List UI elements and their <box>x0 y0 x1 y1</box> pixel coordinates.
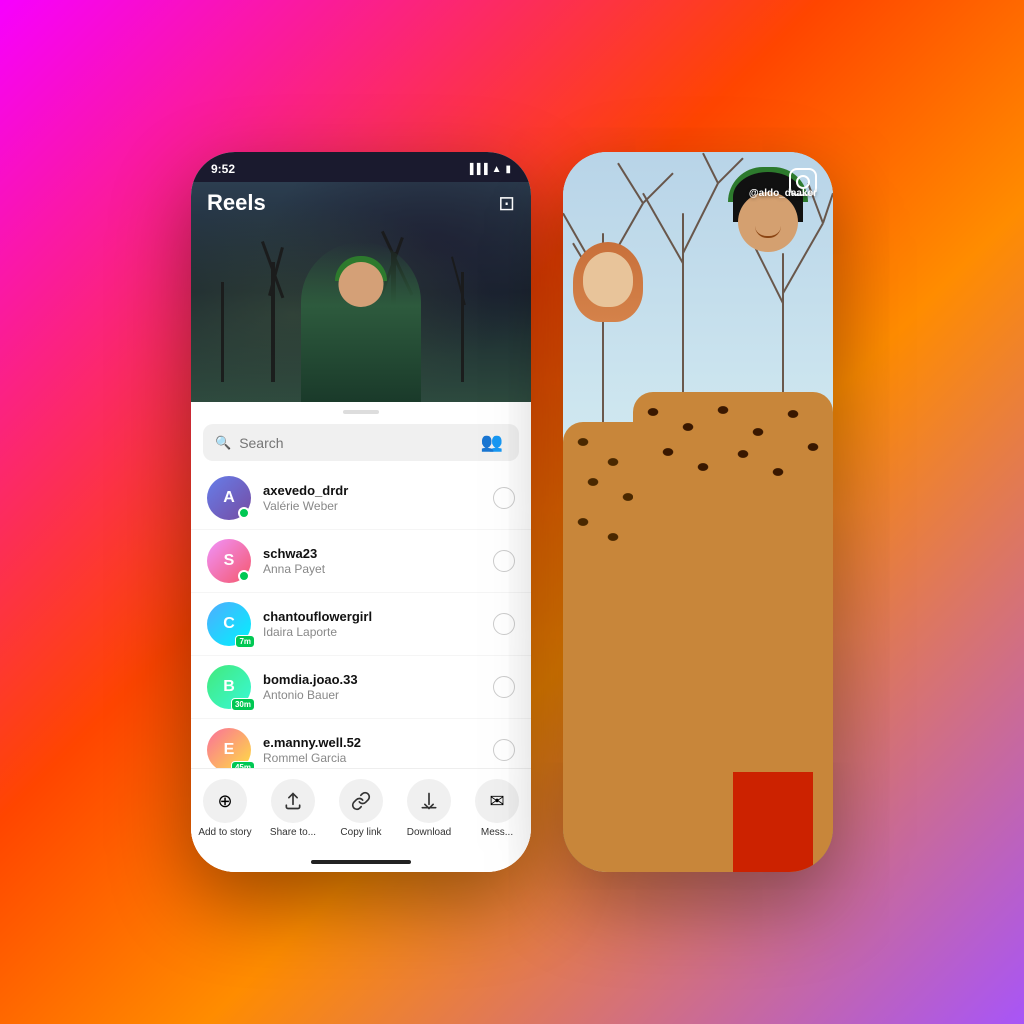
contact-info: e.manny.well.52 Rommel Garcia <box>263 735 493 765</box>
contact-item[interactable]: A axevedo_drdr Valérie Weber <box>191 467 531 530</box>
share-to-action[interactable]: Share to... <box>259 779 327 838</box>
guy-head <box>733 172 803 252</box>
contact-name: Valérie Weber <box>263 499 493 513</box>
contact-info: bomdia.joao.33 Antonio Bauer <box>263 672 493 702</box>
select-circle[interactable] <box>493 613 515 635</box>
girl-head <box>578 242 638 312</box>
copy-link-label: Copy link <box>340 827 381 838</box>
copy-link-action[interactable]: Copy link <box>327 779 395 838</box>
contact-info: schwa23 Anna Payet <box>263 546 493 576</box>
contact-name: Rommel Garcia <box>263 751 493 765</box>
online-indicator <box>238 507 250 519</box>
drag-handle <box>343 410 379 414</box>
time-badge: 45m <box>231 761 255 768</box>
avatar-wrap: C 7m <box>207 602 251 646</box>
guy-smile <box>755 226 781 238</box>
select-circle[interactable] <box>493 487 515 509</box>
contact-username: bomdia.joao.33 <box>263 672 493 687</box>
select-circle[interactable] <box>493 550 515 572</box>
contact-item[interactable]: E 45m e.manny.well.52 Rommel Garcia <box>191 719 531 768</box>
contact-info: axevedo_drdr Valérie Weber <box>263 483 493 513</box>
copy-link-icon <box>339 779 383 823</box>
message-icon: ✉ <box>475 779 519 823</box>
avatar-wrap: B 30m <box>207 665 251 709</box>
person-silhouette <box>301 242 421 402</box>
home-indicator <box>191 852 531 872</box>
photo-content: @aldo_daaker <box>563 152 833 872</box>
new-group-button[interactable]: 👥 <box>477 432 507 453</box>
time-badge: 30m <box>231 698 255 711</box>
contact-info: chantouflowergirl Idaira Laporte <box>263 609 493 639</box>
contact-username: axevedo_drdr <box>263 483 493 498</box>
contact-item[interactable]: C 7m chantouflowergirl Idaira Laporte <box>191 593 531 656</box>
right-phone: @aldo_daaker <box>563 152 833 872</box>
contact-name: Anna Payet <box>263 562 493 576</box>
home-bar <box>311 860 411 864</box>
contact-username: e.manny.well.52 <box>263 735 493 750</box>
time-badge: 7m <box>235 635 255 648</box>
download-action[interactable]: Download <box>395 779 463 838</box>
share-panel: 🔍 👥 A axevedo_drdr Valérie Weber <box>191 402 531 872</box>
contact-username: chantouflowergirl <box>263 609 493 624</box>
share-to-icon <box>271 779 315 823</box>
reels-title: Reels <box>207 190 266 216</box>
left-phone: 9:52 ▐▐▐ ▲ ▮ Reels ⊡ 🔍 <box>191 152 531 872</box>
contacts-list: A axevedo_drdr Valérie Weber S <box>191 467 531 768</box>
status-icons: ▐▐▐ ▲ ▮ <box>466 164 511 175</box>
wifi-icon: ▲ <box>492 164 502 175</box>
search-bar[interactable]: 🔍 👥 <box>203 424 519 461</box>
red-pants <box>733 772 813 872</box>
download-icon <box>407 779 451 823</box>
action-bar: ⊕ Add to story Share to... <box>191 768 531 852</box>
add-to-story-icon: ⊕ <box>203 779 247 823</box>
guy-face <box>738 192 798 252</box>
avatar-wrap: S <box>207 539 251 583</box>
person-head <box>339 262 384 307</box>
status-time: 9:52 <box>211 162 235 176</box>
camera-icon[interactable]: ⊡ <box>498 191 515 216</box>
online-indicator <box>238 570 250 582</box>
select-circle[interactable] <box>493 676 515 698</box>
avatar-wrap: E 45m <box>207 728 251 768</box>
contact-username: schwa23 <box>263 546 493 561</box>
video-preview[interactable]: Reels ⊡ <box>191 182 531 402</box>
select-circle[interactable] <box>493 739 515 761</box>
app-container: 9:52 ▐▐▐ ▲ ▮ Reels ⊡ 🔍 <box>0 0 1024 1024</box>
download-label: Download <box>407 827 451 838</box>
search-icon: 🔍 <box>215 435 231 451</box>
status-bar: 9:52 ▐▐▐ ▲ ▮ <box>191 152 531 182</box>
search-input[interactable] <box>239 435 476 451</box>
add-to-story-action[interactable]: ⊕ Add to story <box>191 779 259 838</box>
reels-header: Reels ⊡ <box>191 182 531 224</box>
girl-face <box>583 252 633 307</box>
avatar-wrap: A <box>207 476 251 520</box>
share-to-label: Share to... <box>270 827 316 838</box>
contact-item[interactable]: S schwa23 Anna Payet <box>191 530 531 593</box>
contact-name: Idaira Laporte <box>263 625 493 639</box>
battery-icon: ▮ <box>505 164 511 175</box>
contact-item[interactable]: B 30m bomdia.joao.33 Antonio Bauer <box>191 656 531 719</box>
contact-name: Antonio Bauer <box>263 688 493 702</box>
message-label: Mess... <box>481 827 513 838</box>
message-action[interactable]: ✉ Mess... <box>463 779 531 838</box>
signal-icon: ▐▐▐ <box>466 164 487 175</box>
add-to-story-label: Add to story <box>198 827 251 838</box>
